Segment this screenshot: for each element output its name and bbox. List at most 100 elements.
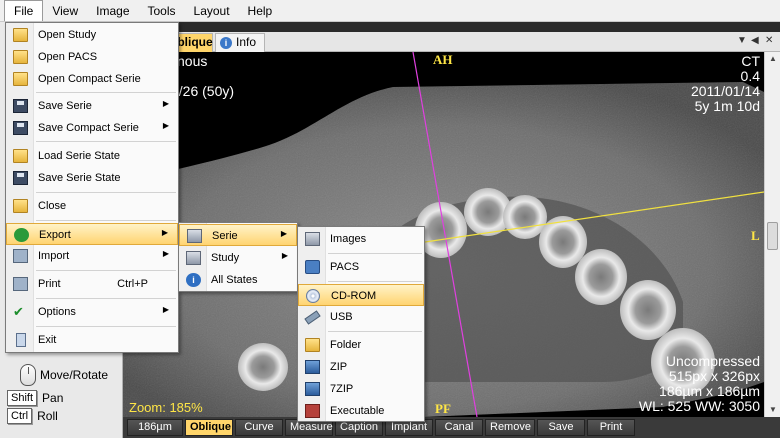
submenu-arrow-icon: ▶ — [162, 99, 169, 108]
menu-separator — [328, 331, 422, 332]
menu-image[interactable]: Image — [87, 1, 138, 21]
menu-bar: File View Image Tools Layout Help — [0, 0, 780, 22]
oblique-button[interactable]: Oblique — [185, 419, 233, 436]
menu-item-save-serie[interactable]: Save Serie ▶ — [6, 95, 178, 117]
menu-separator — [36, 141, 176, 142]
disk-compact-icon — [13, 121, 28, 135]
scroll-down-icon[interactable]: ▼ — [765, 403, 780, 417]
menu-item-cd-rom[interactable]: CD-ROM — [298, 284, 424, 306]
menu-item-7zip[interactable]: 7ZIP — [298, 378, 424, 400]
exit-icon — [16, 333, 26, 347]
folder-icon — [13, 28, 28, 42]
tab-scroll-down-icon[interactable]: ▼ — [737, 35, 747, 46]
menu-item-save-serie-state[interactable]: Save Serie State — [6, 167, 178, 189]
print-button[interactable]: Print — [587, 419, 635, 436]
menu-item-open-pacs[interactable]: Open PACS — [6, 46, 178, 68]
menu-item-exit[interactable]: Exit — [6, 329, 178, 351]
menu-separator — [36, 92, 176, 93]
menu-item-label: Open PACS — [38, 51, 98, 63]
menu-item-pacs[interactable]: PACS — [298, 256, 424, 278]
menu-item-export-all-states[interactable]: i All States — [179, 269, 297, 291]
menu-item-load-serie-state[interactable]: Load Serie State — [6, 145, 178, 167]
menu-item-label: Open Study — [38, 29, 97, 41]
menu-item-label: USB — [330, 311, 353, 323]
menu-item-zip[interactable]: ZIP — [298, 356, 424, 378]
menu-item-label: Options — [38, 306, 76, 318]
scroll-up-icon[interactable]: ▲ — [765, 52, 780, 66]
viewer-scrollbar[interactable]: ▲ ▼ — [764, 52, 780, 417]
ctrl-hint-label: Roll — [37, 409, 58, 423]
menu-item-label: Save Compact Serie — [38, 122, 139, 134]
pixel-size-button[interactable]: 186µm — [127, 419, 183, 436]
submenu-arrow-icon: ▶ — [162, 305, 169, 314]
menu-layout[interactable]: Layout — [185, 1, 239, 21]
menu-item-export-study[interactable]: Study ▶ — [179, 247, 297, 269]
tab-scroll-left-icon[interactable]: ◀ — [751, 35, 759, 46]
tab-close-icon[interactable]: ✕ — [765, 35, 773, 46]
menu-tools[interactable]: Tools — [139, 1, 185, 21]
orientation-marker-right: L — [751, 228, 760, 243]
window-level: WL: 525 WW: 3050 — [638, 398, 760, 414]
menu-item-import[interactable]: Import ▶ — [6, 245, 178, 267]
mouse-hint: Move/Rotate — [20, 364, 108, 386]
menu-item-export-serie[interactable]: Serie ▶ — [179, 224, 297, 246]
menu-item-close[interactable]: Close — [6, 195, 178, 217]
submenu-arrow-icon: ▶ — [161, 228, 168, 237]
menu-separator — [328, 253, 422, 254]
pacs-icon — [305, 260, 320, 274]
folder-close-icon — [13, 199, 28, 213]
tab-info[interactable]: i Info — [215, 33, 265, 52]
export-submenu: Serie ▶ Study ▶ i All States — [178, 222, 298, 292]
menu-item-usb[interactable]: USB — [298, 306, 424, 328]
menu-item-label: CD-ROM — [331, 290, 377, 302]
study-stack-icon — [186, 251, 201, 265]
menu-separator — [36, 192, 176, 193]
menu-help[interactable]: Help — [239, 1, 282, 21]
patient-name: nous — [177, 53, 208, 69]
info-icon: i — [220, 37, 232, 49]
file-menu: Open Study Open PACS Open Compact Serie … — [5, 22, 179, 353]
menu-item-label: Open Compact Serie — [38, 73, 141, 85]
menu-item-label: Save Serie — [38, 100, 92, 112]
menu-item-label: Save Serie State — [38, 172, 121, 184]
study-date: 2011/01/14 — [690, 83, 760, 99]
viewer-tabs: Oblique 1 i Info ▼ ◀ ✕ — [119, 32, 780, 66]
menu-item-label: All States — [211, 274, 258, 286]
printer-icon — [13, 277, 28, 291]
menu-separator — [36, 298, 176, 299]
menu-item-folder[interactable]: Folder — [298, 334, 424, 356]
usb-icon — [304, 310, 321, 325]
menu-file[interactable]: File — [4, 0, 44, 21]
seven-zip-icon — [305, 382, 320, 396]
folder-compact-icon — [13, 72, 28, 86]
compression-info: Uncompressed — [665, 353, 760, 369]
tool-strip: 186µm Oblique Curve Measure Caption Impl… — [123, 417, 780, 438]
shift-hint-label: Pan — [42, 391, 64, 405]
disk-state-icon — [13, 171, 28, 185]
submenu-arrow-icon: ▶ — [280, 229, 287, 238]
menu-item-label: Study — [211, 252, 240, 264]
scrollbar-thumb[interactable] — [767, 222, 778, 250]
menu-item-options[interactable]: ✔ Options ▶ — [6, 301, 178, 323]
cd-icon — [306, 289, 320, 303]
menu-item-export[interactable]: Export ▶ — [6, 223, 178, 245]
shift-key: Shift — [7, 390, 38, 406]
remove-button[interactable]: Remove — [485, 419, 535, 436]
export-icon — [14, 228, 29, 242]
ctrl-key: Ctrl — [7, 408, 33, 424]
curve-button[interactable]: Curve — [235, 419, 283, 436]
menu-item-open-study[interactable]: Open Study — [6, 24, 178, 46]
import-icon — [13, 249, 28, 263]
save-button[interactable]: Save — [537, 419, 585, 436]
zip-icon — [305, 360, 320, 374]
canal-button[interactable]: Canal — [435, 419, 483, 436]
menu-view[interactable]: View — [43, 1, 87, 21]
menu-item-save-compact-serie[interactable]: Save Compact Serie ▶ — [6, 117, 178, 139]
menu-item-executable[interactable]: Executable — [298, 400, 424, 422]
menu-separator — [36, 326, 176, 327]
menu-item-print[interactable]: Print Ctrl+P — [6, 273, 178, 295]
folder-state-icon — [13, 149, 28, 163]
menu-item-label: Close — [38, 200, 67, 212]
menu-item-open-compact-serie[interactable]: Open Compact Serie — [6, 68, 178, 90]
menu-item-images[interactable]: Images — [298, 228, 424, 250]
